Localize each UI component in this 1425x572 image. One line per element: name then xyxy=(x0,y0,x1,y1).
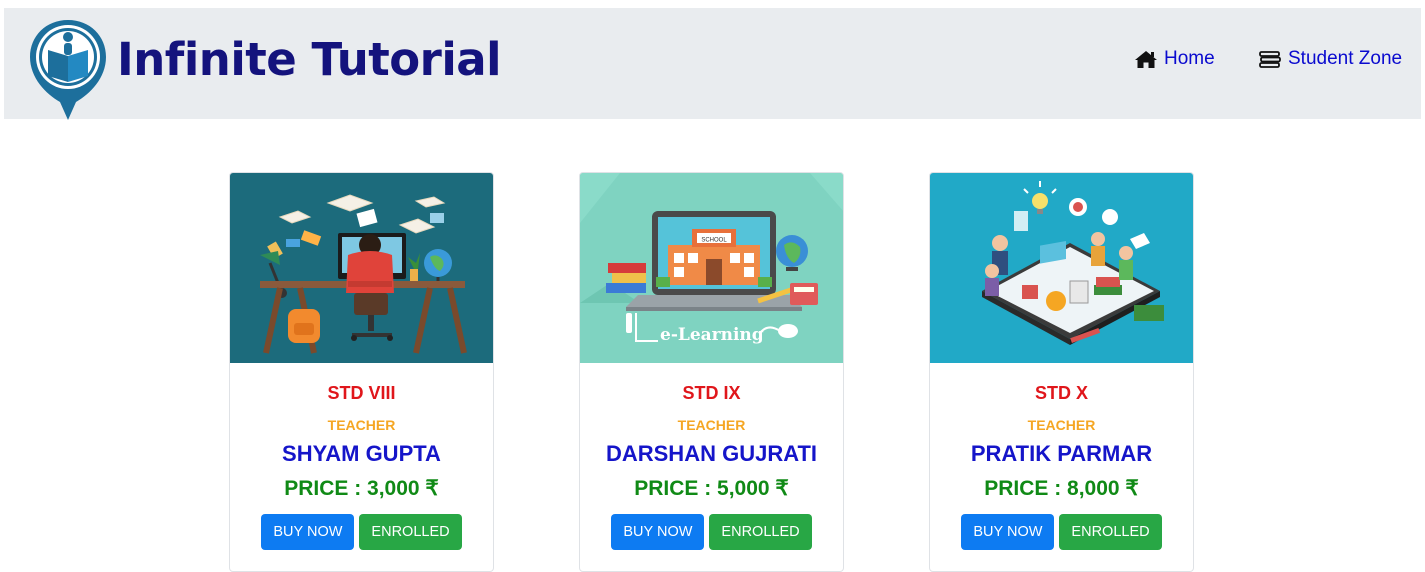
course-image xyxy=(230,173,493,363)
home-icon xyxy=(1135,50,1157,68)
course-std: STD X xyxy=(1034,383,1088,403)
books-icon xyxy=(1259,50,1281,68)
nav-home-link[interactable]: Home xyxy=(1134,48,1215,70)
course-std: STD IX xyxy=(682,383,741,403)
enrolled-button[interactable]: ENROLLED xyxy=(1059,514,1162,550)
nav-home-label: Home xyxy=(1164,48,1215,69)
enrolled-button[interactable]: ENROLLED xyxy=(709,514,812,550)
buy-now-button[interactable]: BUY NOW xyxy=(611,514,705,550)
e-learning-image-text: e-Learning xyxy=(660,325,764,345)
nav-student-zone-link[interactable]: Student Zone xyxy=(1258,48,1402,70)
course-teacher: SHYAM GUPTA xyxy=(282,441,441,466)
course-role-label: TEACHER xyxy=(327,417,396,433)
course-teacher: PRATIK PARMAR xyxy=(970,441,1153,466)
course-price: PRICE : 8,000 ₹ xyxy=(984,477,1139,500)
course-image: SCHOOL e-Learning xyxy=(580,173,843,363)
course-teacher: DARSHAN GUJRATI xyxy=(605,441,818,466)
logo-icon[interactable] xyxy=(26,16,110,122)
course-card: STD X TEACHER PRATIK PARMAR PRICE : 8,00… xyxy=(929,172,1194,572)
buy-now-button[interactable]: BUY NOW xyxy=(961,514,1055,550)
course-role-label: TEACHER xyxy=(677,417,746,433)
course-price: PRICE : 5,000 ₹ xyxy=(634,477,789,500)
course-role-label: TEACHER xyxy=(1027,417,1096,433)
course-image xyxy=(930,173,1193,363)
buy-now-button[interactable]: BUY NOW xyxy=(261,514,355,550)
nav-student-zone-label: Student Zone xyxy=(1288,48,1403,69)
course-card: STD VIII TEACHER SHYAM GUPTA PRICE : 3,0… xyxy=(229,172,494,572)
course-price: PRICE : 3,000 ₹ xyxy=(284,477,439,500)
course-card: SCHOOL e-Learning STD IX TEACHER DARSHAN… xyxy=(579,172,844,572)
enrolled-button[interactable]: ENROLLED xyxy=(359,514,462,550)
brand-name[interactable]: Infinite Tutorial xyxy=(117,30,502,90)
course-std: STD VIII xyxy=(327,383,396,403)
navbar: Infinite Tutorial Home Student Zone xyxy=(4,8,1421,122)
school-sign: SCHOOL xyxy=(701,238,727,244)
